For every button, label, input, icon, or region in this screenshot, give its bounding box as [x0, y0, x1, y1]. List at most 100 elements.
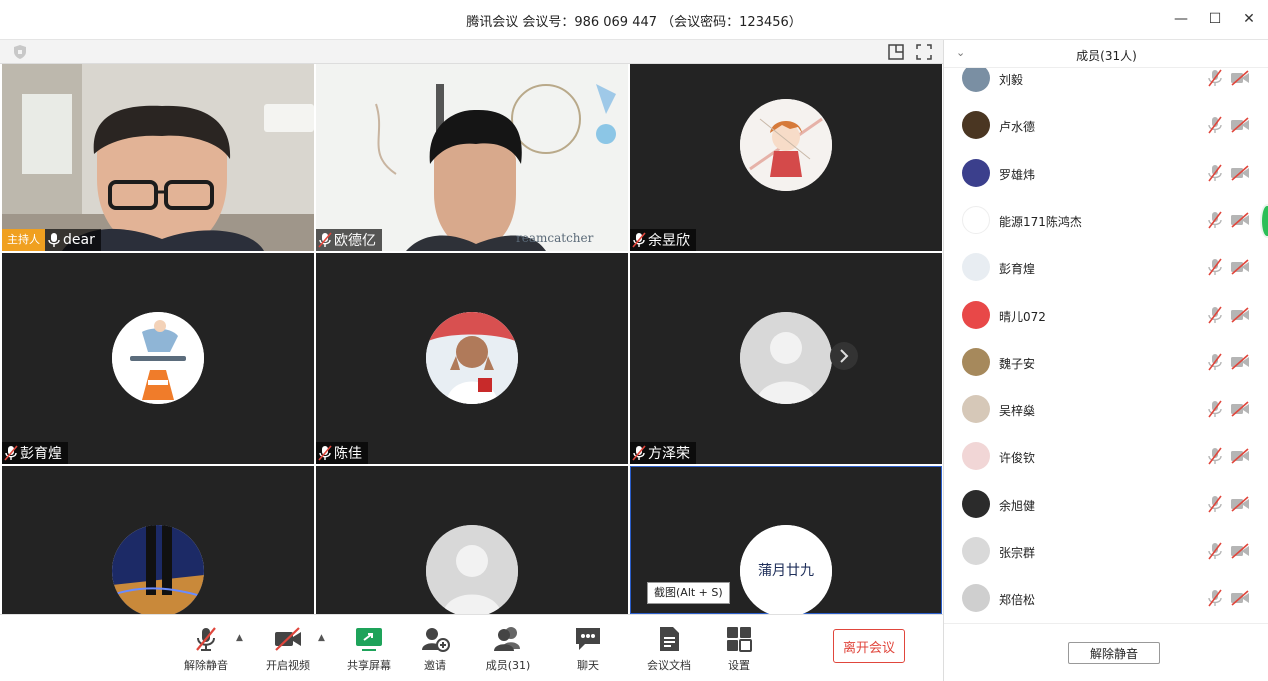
next-page-button[interactable]: [830, 342, 858, 370]
member-list-item[interactable]: 魏子安: [944, 343, 1268, 383]
invite-button[interactable]: 邀请: [403, 625, 467, 677]
video-tile-fang-zerong[interactable]: 方泽荣: [630, 253, 942, 464]
mic-muted-icon: [318, 232, 332, 248]
screenshot-tooltip: 截图(Alt + S): [647, 582, 730, 604]
mic-muted-icon[interactable]: [1207, 400, 1223, 418]
camera-off-icon[interactable]: [1230, 543, 1250, 559]
camera-off-icon[interactable]: [1230, 212, 1250, 228]
camera-off-icon[interactable]: [1230, 354, 1250, 370]
camera-off-icon[interactable]: [1230, 70, 1250, 86]
settings-button[interactable]: 设置: [707, 625, 771, 677]
toolbar-label: 设置: [728, 659, 750, 672]
mic-muted-icon[interactable]: [1207, 353, 1223, 371]
camera-off-icon[interactable]: [1230, 259, 1250, 275]
participant-nametag: 方泽荣: [630, 442, 696, 464]
participant-nametag: 余昱欣: [630, 229, 696, 251]
mic-muted-icon[interactable]: [1207, 69, 1223, 87]
close-button[interactable]: ✕: [1240, 10, 1258, 28]
anime-girl-icon: [740, 99, 832, 191]
video-tile-dear[interactable]: 主持人 dear: [2, 64, 314, 251]
skater-cone-icon: [112, 312, 204, 404]
avatar: [962, 347, 990, 376]
camera-off-icon[interactable]: [1230, 448, 1250, 464]
members-panel-title: 成员(31人): [1076, 49, 1137, 63]
toolbar-label: 共享屏幕: [347, 659, 391, 672]
video-options-caret[interactable]: ▲: [318, 633, 325, 643]
minimize-button[interactable]: —: [1172, 10, 1190, 28]
member-list-item[interactable]: 卢水德: [944, 106, 1268, 146]
start-video-button[interactable]: 开启视频: [256, 625, 320, 677]
svg-text:reamcatcher: reamcatcher: [516, 231, 594, 245]
member-list-item[interactable]: 郑倍松: [944, 579, 1268, 619]
unmute-all-button[interactable]: 解除静音: [1068, 642, 1160, 664]
title-bar: 腾讯会议 会议号：986 069 447 （会议密码：123456） — ☐ ✕: [0, 0, 1268, 40]
calligraphy-icon: 蒲月廿九: [740, 525, 832, 614]
camera-off-icon[interactable]: [1230, 117, 1250, 133]
avatar-calligraphy-text: 蒲月廿九: [758, 563, 814, 579]
toolbar-label: 邀请: [424, 659, 446, 672]
mic-muted-icon[interactable]: [1207, 258, 1223, 276]
members-button[interactable]: 成员(31): [476, 625, 540, 677]
leave-meeting-button[interactable]: 离开会议: [833, 629, 905, 663]
member-list-item[interactable]: 罗雄炜: [944, 154, 1268, 194]
mic-muted-icon: [632, 445, 646, 461]
camera-off-icon[interactable]: [1230, 306, 1250, 323]
member-name: 卢水德: [999, 120, 1036, 135]
toolbar-label: 成员(31): [485, 659, 531, 672]
mic-muted-icon[interactable]: [1207, 589, 1223, 607]
chat-button[interactable]: 聊天: [556, 625, 620, 677]
camera-off-icon[interactable]: [1230, 590, 1250, 606]
video-tile-7[interactable]: [2, 466, 314, 614]
mic-muted-icon[interactable]: [1207, 495, 1223, 513]
member-name: 彭育煌: [999, 262, 1036, 277]
football-player-icon: [426, 312, 518, 404]
participant-avatar: [426, 312, 518, 404]
member-list-item[interactable]: 余旭健: [944, 485, 1268, 525]
camera-off-icon[interactable]: [1230, 496, 1250, 512]
avatar: [962, 300, 990, 329]
member-list-item[interactable]: 吴梓燊: [944, 390, 1268, 430]
mic-muted-icon: [4, 445, 18, 461]
participant-nametag: 彭育煌: [2, 442, 68, 464]
member-list-item[interactable]: 许俊钦: [944, 437, 1268, 477]
camera-off-icon[interactable]: [1230, 164, 1250, 181]
participant-nametag: 欧德亿: [316, 229, 382, 251]
video-tile-chen-jia[interactable]: 陈佳: [316, 253, 628, 464]
member-name: 许俊钦: [999, 451, 1036, 466]
toolbar-label: 开启视频: [266, 659, 310, 672]
host-badge: 主持人: [2, 229, 45, 251]
mic-icon: [48, 233, 60, 247]
participant-avatar: [740, 312, 832, 404]
video-tile-peng-yuhuang[interactable]: 彭育煌: [2, 253, 314, 464]
participant-nametag: 陈佳: [316, 442, 368, 464]
floating-indicator[interactable]: [1260, 204, 1268, 238]
member-list-item[interactable]: 张宗群: [944, 532, 1268, 572]
video-tile-8[interactable]: [316, 466, 628, 614]
window-title: 腾讯会议 会议号：986 069 447 （会议密码：123456）: [466, 15, 802, 30]
meeting-docs-button[interactable]: 会议文档: [637, 625, 701, 677]
mic-muted-icon[interactable]: [1207, 211, 1223, 229]
member-list-item[interactable]: 彭育煌: [944, 248, 1268, 288]
participant-name: 欧德亿: [334, 233, 376, 249]
maximize-button[interactable]: ☐: [1206, 10, 1224, 28]
camera-feed: [2, 64, 314, 251]
video-tile-ou-deyi[interactable]: reamcatcher 欧德亿: [316, 64, 628, 251]
mic-muted-icon[interactable]: [1207, 116, 1223, 134]
mic-muted-icon[interactable]: [1207, 542, 1223, 560]
participant-avatar: [426, 525, 518, 614]
mic-muted-icon[interactable]: [1207, 164, 1223, 182]
mic-muted-icon[interactable]: [1207, 306, 1223, 324]
camera-off-icon[interactable]: [1230, 401, 1250, 417]
member-list-item[interactable]: 晴儿072: [944, 296, 1268, 336]
member-list-item[interactable]: 刘毅: [944, 68, 1268, 99]
mic-muted-icon[interactable]: [1207, 447, 1223, 465]
unmute-button[interactable]: 解除静音: [174, 625, 238, 677]
fullscreen-icon[interactable]: [915, 43, 933, 61]
unmute-options-caret[interactable]: ▲: [236, 633, 243, 643]
layout-icon[interactable]: [887, 43, 905, 61]
shield-icon[interactable]: [12, 44, 28, 60]
share-screen-button[interactable]: 共享屏幕: [337, 625, 401, 677]
avatar: [962, 68, 990, 92]
video-tile-yu-yuxin[interactable]: 余昱欣: [630, 64, 942, 251]
member-list-item[interactable]: 能源171陈鸿杰: [944, 201, 1268, 241]
